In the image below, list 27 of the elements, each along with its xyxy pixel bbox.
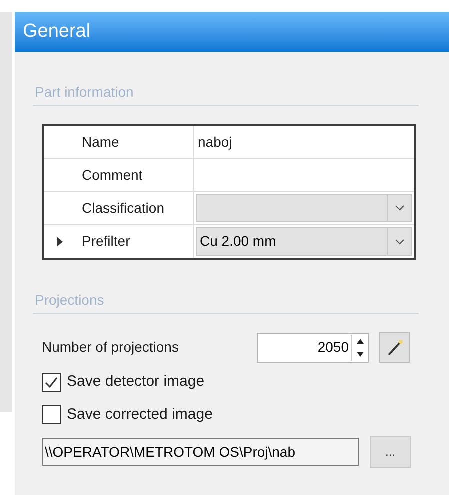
property-row[interactable]: Comment [44,159,414,192]
spinner-value: 2050 [316,338,350,357]
property-dropdown[interactable]: Cu 2.00 mm [196,227,412,256]
wand-icon [386,338,404,356]
section-heading: Part information [33,82,419,106]
panel-header: General [15,12,449,52]
chevron-down-icon [394,205,404,211]
checkbox[interactable] [42,405,61,424]
path-field[interactable]: \\OPERATOR\METROTOM OS\Proj\nab [42,438,359,466]
property-row[interactable]: Classification [44,192,414,225]
number-spinner[interactable]: 2050 [257,332,369,362]
browse-button[interactable]: ... [370,436,411,468]
chevron-down-icon [394,238,404,244]
property-label: Name [82,132,120,152]
wand-button[interactable] [379,332,410,363]
property-label: Comment [82,166,143,184]
property-input[interactable]: naboj [194,126,414,158]
property-label: Prefilter [82,232,130,251]
checkbox[interactable] [42,372,61,392]
property-row[interactable]: Prefilter Cu 2.00 mm [44,225,414,258]
property-label: Classification [82,198,164,218]
section-heading: Projections [33,290,419,314]
checkbox-label[interactable]: Save detector image [67,371,205,394]
property-row[interactable]: Name naboj [44,126,414,159]
row-pointer-icon [56,236,64,248]
field-label: Number of projections [42,338,180,357]
checkbox-label[interactable]: Save corrected image [67,404,213,426]
